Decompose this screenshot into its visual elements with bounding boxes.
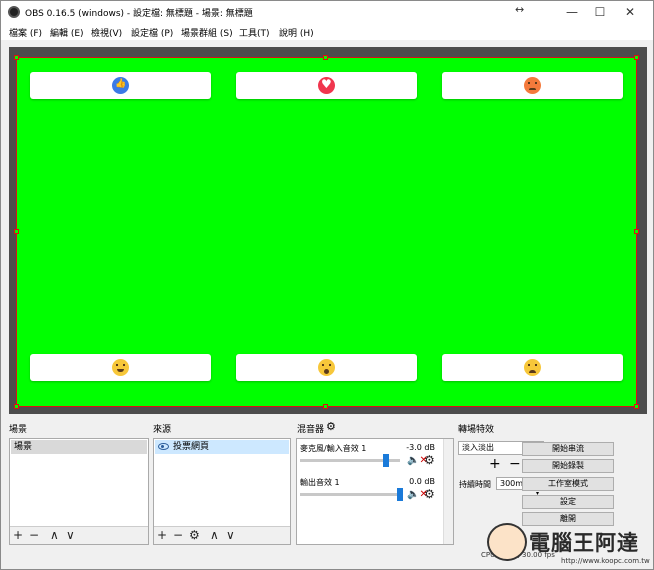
volume-slider-thumb[interactable]	[383, 454, 389, 467]
gear-icon[interactable]: ⚙	[424, 453, 435, 467]
menu-help[interactable]: 說明 (H)	[279, 26, 314, 39]
list-item[interactable]: 投票網頁	[155, 440, 289, 454]
scenes-toolbar: + − ∧ ∨	[10, 526, 148, 544]
scenes-panel: 場景 + − ∧ ∨	[9, 438, 149, 545]
reaction-card-love	[236, 72, 417, 99]
mixer-scrollbar[interactable]	[443, 439, 453, 544]
transition-selected: 淡入淡出	[462, 443, 494, 452]
like-icon	[112, 77, 129, 94]
menu-tools[interactable]: 工具(T)	[239, 26, 270, 39]
channel-db: -3.0 dB	[406, 443, 435, 452]
menu-scene-collection[interactable]: 場景群組 (S)	[181, 26, 233, 39]
studio-mode-button[interactable]: 工作室模式	[522, 477, 614, 491]
watermark-logo: 電腦王阿達 http://www.koopc.com.tw	[487, 521, 653, 569]
start-streaming-button[interactable]: 開始串流	[522, 442, 614, 456]
transitions-title: 轉場特效	[458, 425, 495, 435]
watermark-text: 電腦王阿達	[529, 531, 639, 555]
resize-handle[interactable]	[634, 229, 639, 234]
resize-handle[interactable]	[14, 55, 19, 60]
resize-handle[interactable]	[14, 229, 19, 234]
resize-handle[interactable]	[323, 404, 328, 409]
angry-emoji-icon	[524, 77, 541, 94]
resize-handle[interactable]	[14, 404, 19, 409]
mixer-channel: 麥克風/輸入音效 1 -3.0 dB 🔈✕ ⚙	[300, 443, 435, 473]
love-icon	[318, 77, 335, 94]
channel-name: 輸出音效 1	[300, 478, 340, 487]
maximize-button[interactable]: ☐	[585, 1, 615, 23]
menu-edit[interactable]: 編輯 (E)	[50, 26, 84, 39]
sources-title: 來源	[153, 425, 172, 435]
reaction-card-like	[30, 72, 211, 99]
resize-handle[interactable]	[634, 404, 639, 409]
start-recording-button[interactable]: 開始錄製	[522, 459, 614, 473]
reaction-card-wow	[236, 354, 417, 381]
obs-logo-icon	[8, 6, 20, 18]
volume-slider[interactable]	[300, 493, 400, 496]
visibility-eye-icon[interactable]	[158, 443, 169, 450]
remove-icon[interactable]: −	[173, 528, 183, 542]
duration-label: 持續時間	[459, 480, 491, 489]
gear-icon[interactable]: ⚙	[326, 420, 336, 433]
reaction-card-angry	[442, 72, 623, 99]
haha-emoji-icon	[112, 359, 129, 376]
remove-icon[interactable]: −	[29, 528, 39, 542]
move-down-icon[interactable]: ∨	[66, 528, 75, 542]
resize-arrows-icon: ↔	[515, 3, 525, 16]
add-icon[interactable]: +	[157, 528, 167, 542]
mascot-face-icon	[487, 523, 527, 561]
wow-emoji-icon	[318, 359, 335, 376]
sources-toolbar: + − ⚙ ∧ ∨	[154, 526, 290, 544]
volume-slider-thumb[interactable]	[397, 488, 403, 501]
preview-area	[9, 47, 647, 414]
list-item[interactable]: 場景	[11, 440, 147, 454]
menu-profile[interactable]: 設定檔 (P)	[131, 26, 173, 39]
add-icon[interactable]: +	[13, 528, 23, 542]
menu-view[interactable]: 檢視(V)	[91, 26, 122, 39]
source-name: 投票網頁	[173, 442, 210, 452]
settings-button[interactable]: 設定	[522, 495, 614, 509]
mixer-panel: 麥克風/輸入音效 1 -3.0 dB 🔈✕ ⚙ 輸出音效 1 0.0 dB 🔈✕…	[296, 438, 454, 545]
obs-window: OBS 0.16.5 (windows) - 設定檔: 無標題 - 場景: 無標…	[0, 0, 654, 570]
move-down-icon[interactable]: ∨	[226, 528, 235, 542]
channel-name: 麥克風/輸入音效 1	[300, 444, 367, 453]
sad-emoji-icon	[524, 359, 541, 376]
mixer-title: 混音器	[297, 425, 325, 435]
menu-file[interactable]: 檔案 (F)	[9, 26, 42, 39]
gear-icon[interactable]: ⚙	[424, 487, 435, 501]
add-icon[interactable]: +	[489, 456, 501, 472]
remove-icon[interactable]: −	[509, 456, 521, 472]
sources-panel: 投票網頁 + − ⚙ ∧ ∨	[153, 438, 291, 545]
mixer-channel: 輸出音效 1 0.0 dB 🔈✕ ⚙	[300, 477, 435, 507]
preview-canvas[interactable]	[14, 55, 639, 409]
title-bar: OBS 0.16.5 (windows) - 設定檔: 無標題 - 場景: 無標…	[1, 1, 653, 23]
gear-icon[interactable]: ⚙	[189, 528, 200, 542]
window-title: OBS 0.16.5 (windows) - 設定檔: 無標題 - 場景: 無標…	[25, 9, 253, 19]
channel-db: 0.0 dB	[409, 477, 435, 486]
menu-bar: 檔案 (F) 編輯 (E) 檢視(V) 設定檔 (P) 場景群組 (S) 工具(…	[1, 23, 653, 40]
scenes-title: 場景	[9, 425, 28, 435]
watermark-url: http://www.koopc.com.tw	[561, 557, 650, 565]
reaction-card-haha	[30, 354, 211, 381]
move-up-icon[interactable]: ∧	[50, 528, 59, 542]
resize-handle[interactable]	[634, 55, 639, 60]
move-up-icon[interactable]: ∧	[210, 528, 219, 542]
reaction-card-sad	[442, 354, 623, 381]
resize-handle[interactable]	[323, 55, 328, 60]
minimize-button[interactable]: —	[557, 1, 587, 23]
close-button[interactable]: ✕	[615, 1, 645, 23]
